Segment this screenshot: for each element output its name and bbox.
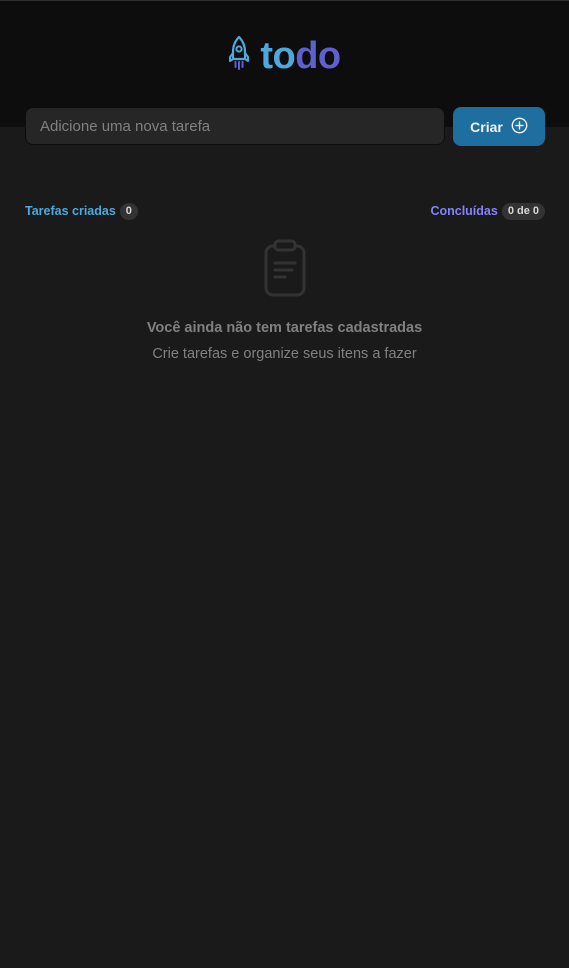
clipboard-icon <box>263 239 307 302</box>
rocket-icon <box>228 35 250 76</box>
created-counter: Tarefas criadas 0 <box>25 202 138 220</box>
new-task-form: Criar <box>25 106 545 146</box>
done-label: Concluídas <box>430 204 498 218</box>
created-count-badge: 0 <box>119 202 138 220</box>
new-task-input[interactable] <box>25 107 445 145</box>
created-label: Tarefas criadas <box>25 204 116 218</box>
done-counter: Concluídas 0 de 0 <box>430 202 545 220</box>
plus-circle-icon <box>511 117 528 137</box>
done-count-badge: 0 de 0 <box>501 202 545 220</box>
create-button-label: Criar <box>470 118 503 135</box>
app-title: todo <box>260 34 341 77</box>
app-title-do: do <box>295 34 341 77</box>
empty-state-title: Você ainda não tem tarefas cadastradas <box>146 320 423 336</box>
create-button[interactable]: Criar <box>453 107 545 146</box>
task-counters: Tarefas criadas 0 Concluídas 0 de 0 <box>25 202 545 220</box>
todo-app: todo Criar Tarefas criadas 0 Concluídas … <box>0 0 569 968</box>
empty-state-subtitle: Crie tarefas e organize seus itens a faz… <box>152 346 417 362</box>
app-title-to: to <box>260 34 296 77</box>
logo: todo <box>0 35 569 76</box>
empty-state: Você ainda não tem tarefas cadastradas C… <box>0 239 569 364</box>
